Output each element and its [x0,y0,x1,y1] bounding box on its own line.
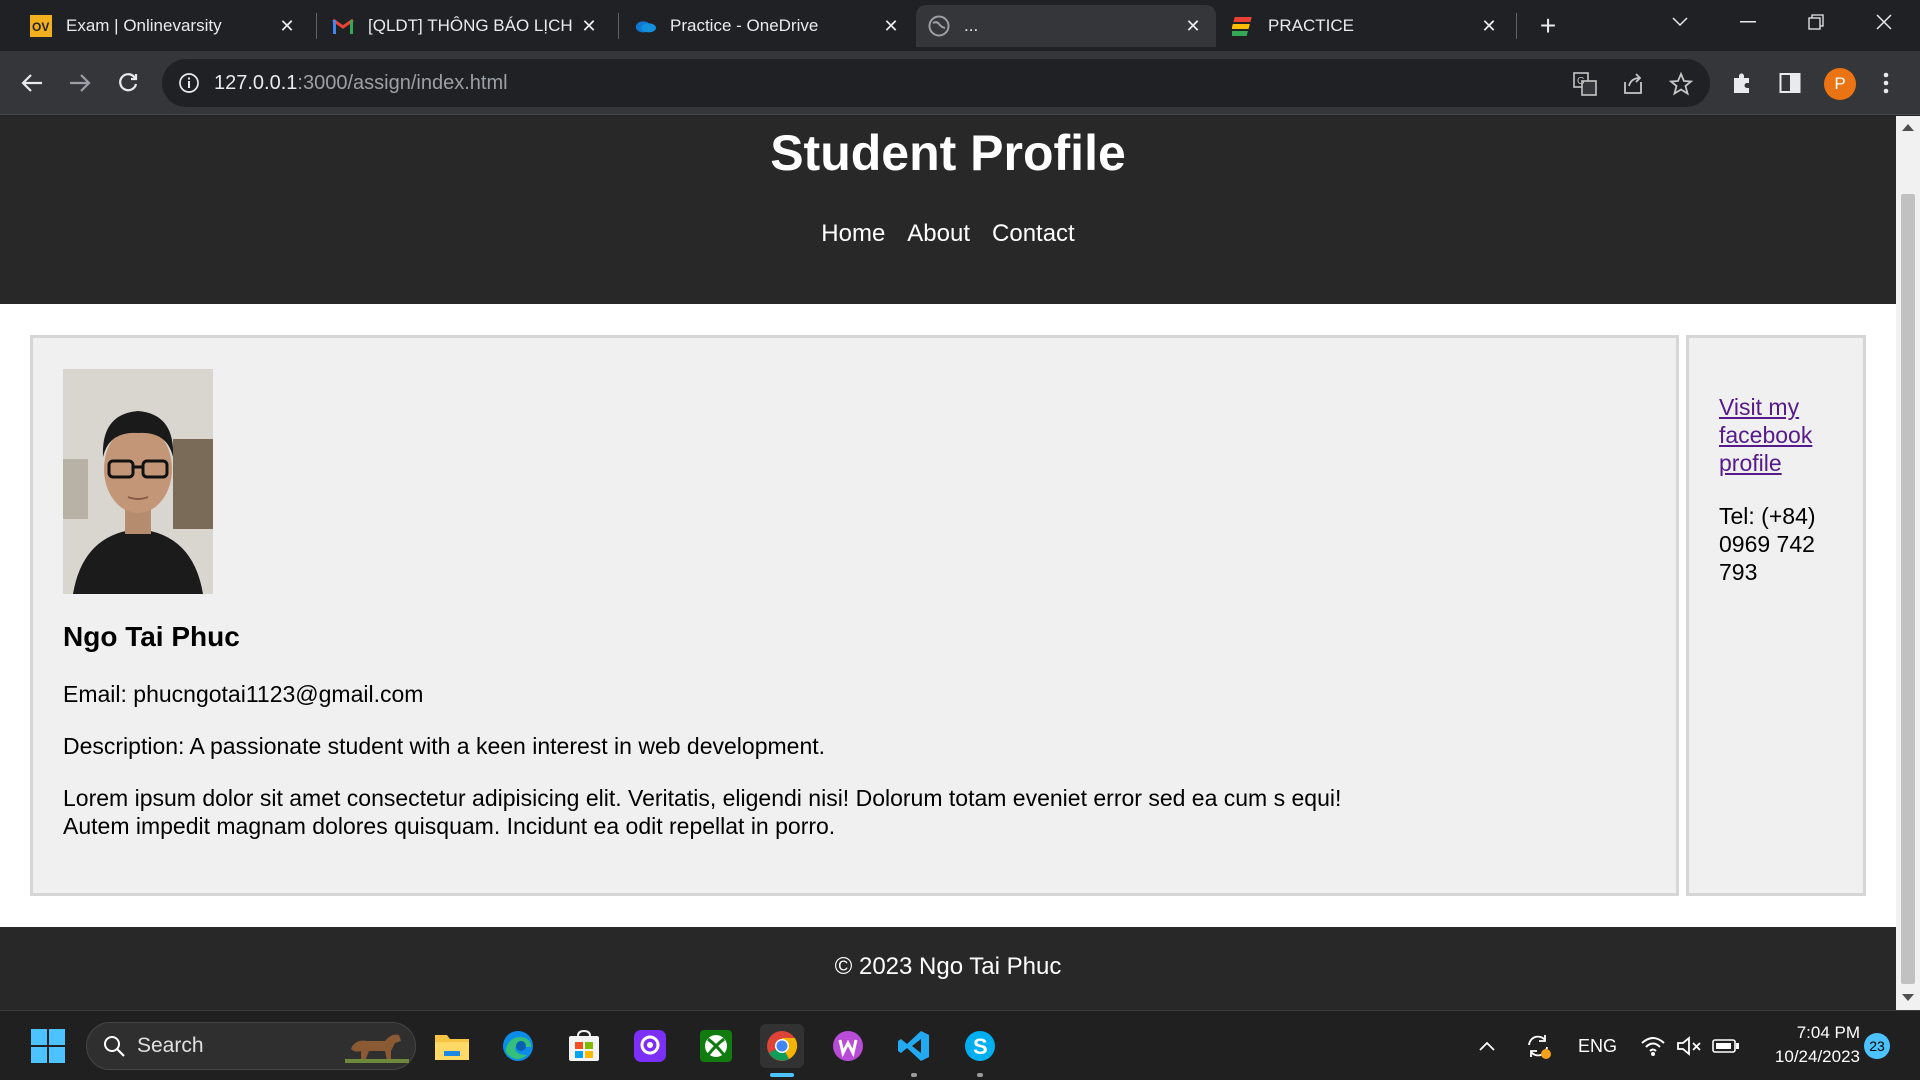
clock-time: 7:04 PM [1796,1023,1860,1042]
new-tab-button[interactable]: + [1530,10,1566,42]
restore-icon[interactable] [1786,6,1846,38]
battery-icon[interactable] [1712,1031,1740,1061]
tab-close-icon[interactable]: ✕ [578,15,600,37]
wps-office-icon[interactable] [826,1024,870,1068]
svg-text:G: G [1577,76,1585,87]
nav-link-home[interactable]: Home [821,220,885,248]
tab-title: Practice - OneDrive [670,16,819,35]
site-nav: Home About Contact [0,220,1896,248]
tab-close-icon[interactable]: ✕ [1182,15,1204,37]
scroll-up-arrow-icon[interactable] [1902,124,1914,131]
browser-toolbar: 127.0.0.1:3000/assign/index.html G P [0,51,1920,115]
address-bar[interactable]: 127.0.0.1:3000/assign/index.html G [162,59,1710,107]
profile-card: Ngo Tai Phuc Email: phucngotai1123@gmail… [30,335,1679,896]
screen-recorder-icon[interactable] [628,1024,672,1068]
skype-icon[interactable]: S [958,1024,1002,1077]
close-window-icon[interactable] [1854,6,1914,38]
tab-practice-onedrive[interactable]: Practice - OneDrive ✕ [622,5,914,47]
microsoft-store-icon[interactable] [562,1024,606,1068]
practice-icon [1232,15,1254,37]
url-path: :3000/assign/index.html [297,71,508,94]
sync-icon[interactable] [1524,1031,1552,1061]
bookmark-star-icon[interactable] [1668,71,1694,97]
search-icon [103,1035,125,1057]
side-panel-icon[interactable] [1772,65,1808,101]
search-highlight-horse-icon [345,1029,409,1063]
extensions-puzzle-icon[interactable] [1724,65,1760,101]
page-viewport: Student Profile Home About Contact Ngo T… [0,116,1896,1010]
svg-text:S: S [973,1034,988,1059]
svg-text:OV: OV [32,20,49,34]
chrome-icon[interactable] [760,1024,804,1077]
wifi-icon[interactable] [1640,1031,1666,1061]
back-arrow-icon[interactable] [14,65,50,101]
onedrive-icon [634,15,656,37]
xbox-icon[interactable] [694,1024,738,1068]
tab-separator [1516,13,1517,39]
site-header: Student Profile Home About Contact [0,116,1896,304]
url-text: 127.0.0.1:3000/assign/index.html [214,72,508,95]
tab-practice[interactable]: PRACTICE ✕ [1220,5,1512,47]
tab-title: PRACTICE [1268,16,1354,35]
more-menu-icon[interactable] [1868,65,1904,101]
gmail-icon [332,15,354,37]
language-indicator[interactable]: ENG [1578,1031,1617,1061]
tab-exam-onlinevarsity[interactable]: OV Exam | Onlinevarsity ✕ [18,5,310,47]
lorem-paragraph-line-2: Autem impedit magnam dolores quisquam. I… [63,813,836,839]
onlinevarsity-icon: OV [30,15,52,37]
tab-separator [316,13,317,39]
show-hidden-icons-chevron-icon[interactable] [1478,1031,1496,1061]
tab-close-icon[interactable]: ✕ [276,15,298,37]
tab-title: ... [964,16,979,35]
scroll-down-arrow-icon[interactable] [1902,994,1914,1001]
volume-muted-icon[interactable] [1676,1031,1702,1061]
page-scrollbar[interactable] [1896,116,1920,1010]
contact-sidebar: Visit my facebook profile Tel: (+84) 096… [1686,335,1866,896]
tab-title: [QLDT] THÔNG BÁO LỊCH [368,16,573,35]
student-name: Ngo Tai Phuc [63,621,240,652]
nav-link-contact[interactable]: Contact [992,220,1075,248]
edge-browser-icon[interactable] [496,1024,540,1068]
notification-badge[interactable]: 23 [1864,1033,1890,1059]
page-title: Student Profile [770,125,1126,181]
browser-tab-strip: OV Exam | Onlinevarsity ✕ [QLDT] THÔNG B… [0,0,1920,51]
translate-icon[interactable]: G [1572,71,1598,97]
student-photo [63,369,213,594]
file-explorer-icon[interactable] [430,1024,474,1068]
url-host: 127.0.0.1 [214,71,298,94]
site-info-icon[interactable] [178,72,200,94]
tab-title: Exam | Onlinevarsity [66,16,222,35]
forward-arrow-icon[interactable] [62,65,98,101]
system-clock[interactable]: 7:04 PM 10/24/2023 [1750,1021,1860,1069]
scrollbar-thumb[interactable] [1901,194,1915,984]
tab-search-dropdown-icon[interactable] [1650,6,1710,38]
profile-avatar[interactable]: P [1824,68,1856,100]
tab-active-page[interactable]: ... ✕ [916,5,1216,47]
search-label: Search [137,1034,204,1057]
tab-close-icon[interactable]: ✕ [1478,15,1500,37]
reload-icon[interactable] [110,65,146,101]
student-email: Email: phucngotai1123@gmail.com [63,681,424,707]
facebook-profile-link[interactable]: Visit my facebook profile [1719,393,1839,477]
student-description: Description: A passionate student with a… [63,733,826,759]
telephone-text: Tel: (+84) 0969 742 793 [1719,503,1816,585]
share-icon[interactable] [1620,71,1646,97]
footer-copyright: © 2023 Ngo Tai Phuc [834,953,1062,980]
tab-qldt-gmail[interactable]: [QLDT] THÔNG BÁO LỊCH ✕ [320,5,612,47]
tab-separator [618,13,619,39]
globe-icon [928,15,950,37]
vscode-icon[interactable] [892,1024,936,1077]
lorem-paragraph-line-1: Lorem ipsum dolor sit amet consectetur a… [63,785,1342,811]
clock-date: 10/24/2023 [1774,1047,1860,1066]
windows-taskbar: Search S ENG 7:04 PM 10/24/2023 23 [0,1010,1920,1080]
nav-link-about[interactable]: About [907,220,970,248]
tab-close-icon[interactable]: ✕ [880,15,902,37]
site-footer: © 2023 Ngo Tai Phuc [0,927,1896,1010]
windows-start-icon[interactable] [26,1024,70,1068]
minimize-icon[interactable] [1718,6,1778,38]
taskbar-search-box[interactable]: Search [86,1022,416,1070]
